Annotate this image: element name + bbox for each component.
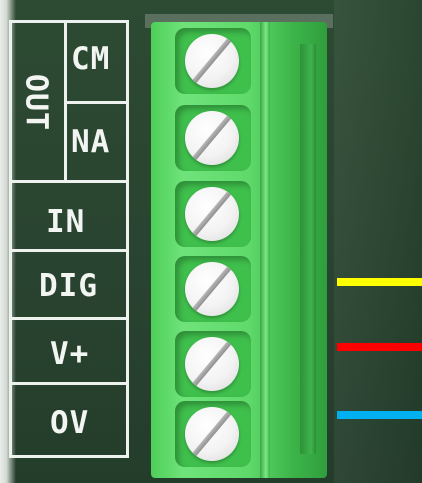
na-label: NA	[71, 124, 111, 160]
screw-terminal-in[interactable]	[175, 181, 251, 247]
screw-terminal-cm[interactable]	[175, 28, 251, 94]
red-wire	[337, 343, 422, 351]
screw-slot	[188, 337, 235, 391]
terminal-block	[145, 14, 333, 478]
in-label: IN	[46, 204, 86, 240]
out-label: OUT	[18, 73, 54, 132]
screw-terminal-ov[interactable]	[175, 401, 251, 467]
screw-icon[interactable]	[185, 187, 239, 241]
screw-slot	[188, 111, 235, 165]
dig-label: DIG	[39, 268, 98, 304]
ov-label: OV	[50, 405, 90, 441]
yellow-wire	[337, 278, 422, 286]
screw-slot	[188, 407, 235, 461]
cm-label: CM	[71, 41, 111, 77]
vplus-label: V+	[50, 336, 90, 372]
screw-icon[interactable]	[185, 407, 239, 461]
blue-wire	[337, 411, 422, 419]
screw-terminal-na[interactable]	[175, 105, 251, 171]
terminal-right-edge	[300, 44, 316, 454]
screw-terminal-vplus[interactable]	[175, 331, 251, 397]
silkscreen-label-block: OUT CM NA IN DIG V+ OV	[9, 20, 129, 458]
screw-slot	[188, 34, 235, 88]
screw-icon[interactable]	[185, 262, 239, 316]
screw-terminal-dig[interactable]	[175, 256, 251, 322]
screw-icon[interactable]	[185, 34, 239, 88]
screw-icon[interactable]	[185, 111, 239, 165]
screw-slot	[188, 262, 235, 316]
screw-slot	[188, 187, 235, 241]
terminal-rib	[260, 22, 270, 478]
screw-icon[interactable]	[185, 337, 239, 391]
